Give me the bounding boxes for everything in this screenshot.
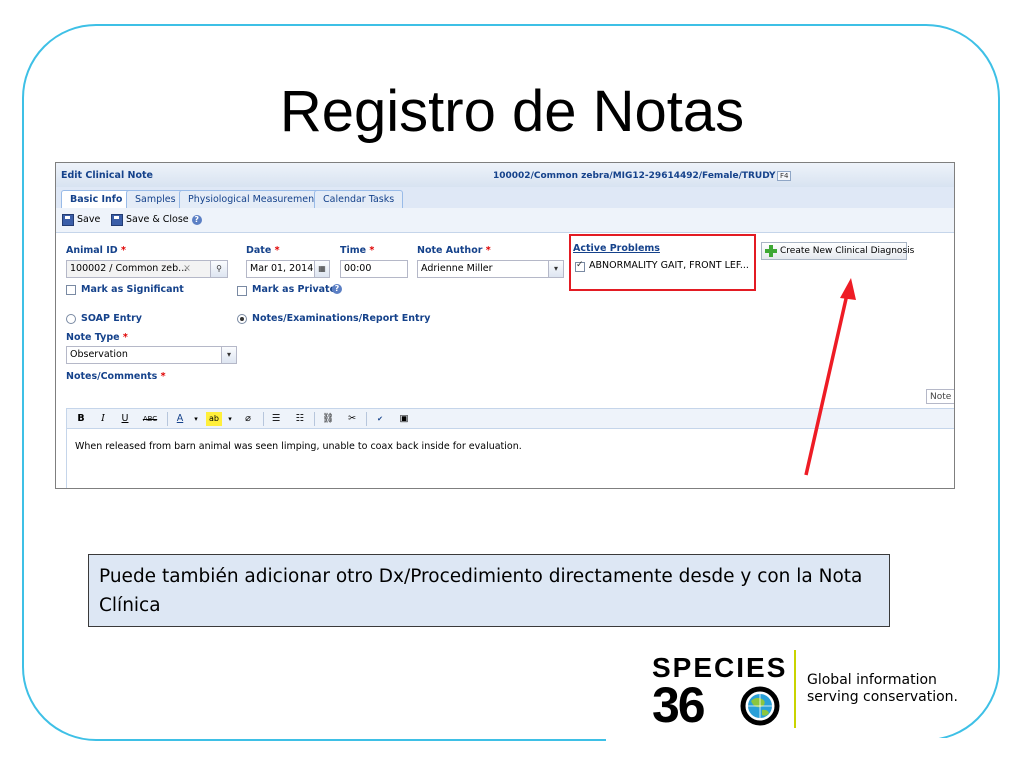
save-button-label: Save — [77, 214, 101, 225]
plus-icon — [765, 245, 777, 257]
logo-tagline-line1: Global information — [807, 672, 937, 688]
underline-button[interactable]: U — [117, 412, 133, 426]
italic-button[interactable]: I — [95, 412, 111, 426]
create-clinical-diagnosis-label: Create New Clinical Diagnosis — [780, 246, 915, 256]
tab-strip: Basic Info Samples Physiological Measure… — [56, 187, 954, 209]
note-author-select[interactable]: Adrienne Miller ▾ — [417, 260, 564, 278]
notes-comments-label: Notes/Comments * — [66, 371, 166, 382]
soap-entry-radio[interactable] — [66, 314, 76, 324]
font-color-button[interactable]: A — [172, 412, 188, 426]
clear-x-icon[interactable]: × — [183, 261, 191, 277]
logo-tagline-line2: serving conservation. — [807, 689, 958, 705]
bold-button[interactable]: B — [73, 412, 89, 426]
note-tag: Note — [926, 389, 954, 404]
significant-label: Mark as Significant — [81, 284, 184, 295]
private-help-icon[interactable]: ? — [332, 284, 342, 294]
create-clinical-diagnosis-button[interactable]: Create New Clinical Diagnosis — [761, 242, 914, 260]
source-view-icon[interactable]: ▣ — [396, 412, 412, 426]
tab-physiological-measurements[interactable]: Physiological Measurements — [179, 190, 332, 208]
date-field[interactable]: Mar 01, 2014 ▦ — [246, 260, 330, 278]
tab-calendar-tasks[interactable]: Calendar Tasks — [314, 190, 404, 208]
notes-entry-radio[interactable] — [237, 314, 247, 324]
f4-badge[interactable]: F4 — [777, 171, 792, 181]
animal-id-value: 100002 / Common zeb... — [70, 263, 188, 274]
note-type-select[interactable]: Observation ▾ — [66, 346, 237, 364]
animal-id-field[interactable]: 100002 / Common zeb... × ⚲ — [66, 260, 228, 278]
note-type-value: Observation — [70, 349, 128, 360]
search-icon[interactable]: ⚲ — [210, 261, 227, 277]
font-color-dropdown-icon[interactable]: ▾ — [188, 412, 204, 426]
time-value: 00:00 — [344, 263, 372, 274]
date-value: Mar 01, 2014 — [250, 263, 314, 274]
logo-wordmark-360: 36 — [652, 677, 706, 733]
problem-item: ABNORMALITY GAIT, FRONT LEF... — [589, 260, 749, 271]
record-identifier: 100002/Common zebra/MIG12-29614492/Femal… — [493, 171, 776, 181]
logo-divider — [794, 650, 796, 728]
save-disk-icon — [62, 214, 74, 226]
species360-logo: SPECIES 36 Global information serving co… — [652, 650, 972, 733]
notes-entry-label: Notes/Examinations/Report Entry — [252, 313, 431, 324]
private-label: Mark as Private — [252, 284, 337, 295]
save-button[interactable]: Save — [62, 213, 100, 227]
animal-id-label: Animal ID * — [66, 245, 126, 256]
significant-checkbox[interactable] — [66, 285, 76, 295]
strikethrough-button[interactable]: ABC — [139, 412, 161, 426]
note-type-chevron-icon[interactable]: ▾ — [221, 347, 236, 363]
time-field[interactable]: 00:00 — [340, 260, 408, 278]
help-icon[interactable]: ? — [191, 215, 202, 225]
window-title: Edit Clinical Note — [61, 170, 153, 181]
highlight-button[interactable]: ab — [206, 412, 222, 426]
eraser-icon[interactable]: ⌀ — [240, 412, 256, 426]
save-close-button[interactable]: Save & Close ? — [111, 213, 202, 227]
date-label: Date * — [246, 245, 280, 256]
globe-icon — [740, 686, 780, 726]
numbered-list-icon[interactable]: ☷ — [292, 412, 308, 426]
active-problems-title[interactable]: Active Problems — [573, 243, 660, 254]
unlink-icon[interactable]: ✂ — [344, 412, 360, 426]
calendar-icon[interactable]: ▦ — [314, 261, 329, 277]
logo-tagline: Global information serving conservation. — [807, 672, 958, 706]
notes-editor-text: When released from barn animal was seen … — [75, 441, 522, 452]
highlight-dropdown-icon[interactable]: ▾ — [222, 412, 238, 426]
problem-checkbox[interactable]: ✓ — [575, 260, 585, 272]
time-label: Time * — [340, 245, 375, 256]
soap-entry-label: SOAP Entry — [81, 313, 142, 324]
slide-title: Registro de Notas — [279, 79, 745, 144]
toolbar: Save Save & Close ? — [56, 208, 954, 233]
save-close-disk-icon — [111, 214, 123, 226]
save-close-button-label: Save & Close — [126, 214, 189, 225]
tab-samples[interactable]: Samples — [126, 190, 185, 208]
chevron-down-icon[interactable]: ▾ — [548, 261, 563, 277]
spellcheck-icon[interactable]: ✔ — [372, 412, 388, 426]
bullet-list-icon[interactable]: ☰ — [268, 412, 284, 426]
window-header: Edit Clinical Note 100002/Common zebra/M… — [56, 163, 954, 188]
editor-toolbar: B I U ABC A ▾ ab ▾ ⌀ ☰ ☷ ⛓ ✂ ✔ ▣ — [66, 408, 954, 429]
private-checkbox[interactable] — [237, 286, 247, 296]
note-type-label: Note Type * — [66, 332, 128, 343]
clinical-note-window: Edit Clinical Note 100002/Common zebra/M… — [55, 162, 955, 489]
note-author-label: Note Author * — [417, 245, 491, 256]
link-icon[interactable]: ⛓ — [320, 412, 336, 426]
note-author-value: Adrienne Miller — [421, 263, 493, 274]
callout-box: Puede también adicionar otro Dx/Procedim… — [88, 554, 890, 627]
tab-basic-info[interactable]: Basic Info — [61, 190, 132, 209]
notes-editor[interactable] — [66, 429, 954, 488]
